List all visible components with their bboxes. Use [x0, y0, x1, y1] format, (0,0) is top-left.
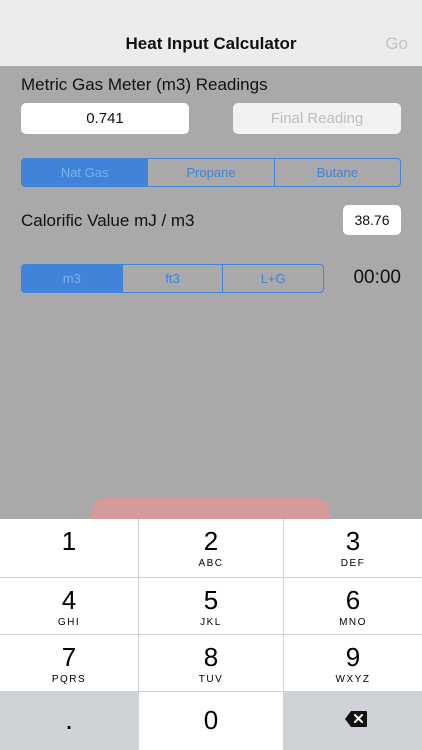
key-letters: JKL	[200, 617, 222, 628]
key-digit: 7	[61, 642, 77, 672]
key-digit: 0	[203, 705, 219, 735]
gas-option-propane[interactable]: Propane	[147, 159, 273, 186]
key-9[interactable]: 9 WXYZ	[284, 635, 422, 691]
go-button[interactable]: Go	[385, 34, 408, 54]
key-letters: WXYZ	[335, 674, 371, 685]
key-7[interactable]: 7 PQRS	[0, 635, 138, 691]
key-decimal[interactable]: .	[0, 692, 138, 750]
unit-option-m3[interactable]: m3	[22, 265, 122, 292]
page-title: Heat Input Calculator	[125, 34, 297, 53]
key-letters: PQRS	[51, 674, 87, 685]
gas-type-selector: Nat Gas Propane Butane	[21, 158, 401, 187]
calculator-form: Metric Gas Meter (m3) Readings 0.741 Fin…	[0, 66, 422, 558]
key-digit: 2	[203, 526, 219, 556]
key-digit: 4	[61, 585, 77, 615]
navigation-bar: Heat Input Calculator Go	[0, 0, 422, 66]
key-delete[interactable]	[284, 692, 422, 750]
key-letters: DEF	[340, 558, 366, 569]
key-digit: 3	[345, 526, 361, 556]
key-6[interactable]: 6 MNO	[284, 578, 422, 634]
key-letters: GHI	[57, 617, 81, 628]
calorific-value-input[interactable]: 38.76	[343, 205, 401, 235]
key-2[interactable]: 2 ABC	[139, 519, 283, 577]
key-digit: 8	[203, 642, 219, 672]
key-letters: MNO	[339, 617, 367, 628]
calorific-value-label: Calorific Value mJ / m3	[21, 211, 195, 230]
final-reading-input[interactable]: Final Reading	[233, 103, 401, 134]
key-5[interactable]: 5 JKL	[139, 578, 283, 634]
key-digit: 1	[61, 526, 77, 556]
key-letters: TUV	[198, 674, 224, 685]
key-digit: 9	[345, 642, 361, 672]
key-1[interactable]: 1	[0, 519, 138, 577]
numeric-keypad: 1 2 ABC 3 DEF 4 GHI 5 JKL 6 MNO 7 PQRS 8…	[0, 519, 422, 750]
key-digit: 5	[203, 585, 219, 615]
backspace-icon	[344, 710, 368, 733]
gas-option-butane[interactable]: Butane	[273, 159, 400, 186]
key-3[interactable]: 3 DEF	[284, 519, 422, 577]
unit-option-lg[interactable]: L+G	[222, 265, 323, 292]
key-letters: ABC	[198, 558, 224, 569]
gas-option-nat-gas[interactable]: Nat Gas	[22, 159, 148, 186]
key-8[interactable]: 8 TUV	[139, 635, 283, 691]
key-4[interactable]: 4 GHI	[0, 578, 138, 634]
initial-reading-input[interactable]: 0.741	[21, 103, 189, 134]
key-digit: 6	[345, 585, 361, 615]
key-0[interactable]: 0	[139, 692, 283, 750]
unit-selector: m3 ft3 L+G	[21, 264, 324, 293]
unit-option-ft3[interactable]: ft3	[121, 265, 223, 292]
meter-readings-label: Metric Gas Meter (m3) Readings	[21, 75, 268, 94]
timer-display: 00:00	[353, 267, 401, 288]
